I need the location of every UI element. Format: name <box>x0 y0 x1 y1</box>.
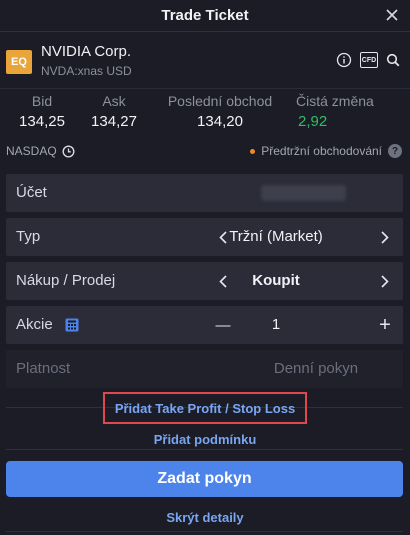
cfd-icon[interactable]: CFD <box>360 52 378 68</box>
instrument-symbol: NVDA:xnas USD <box>41 64 132 78</box>
window-title: Trade Ticket <box>161 7 249 24</box>
divider <box>0 88 410 89</box>
net-change-label: Čistá změna <box>296 93 374 109</box>
session-status-dot <box>250 148 256 154</box>
last-trade-label: Poslední obchod <box>167 93 273 109</box>
validity-value: Denní pokyn <box>273 360 359 377</box>
calculator-icon[interactable] <box>65 318 79 332</box>
validity-field: Platnost Denní pokyn <box>6 350 403 388</box>
hide-details-link[interactable]: Skrýt detaily <box>0 510 410 525</box>
ask-label: Ask <box>102 93 126 109</box>
ask-quote: Ask 134,27 <box>84 93 144 130</box>
quantity-label: Akcie <box>16 316 53 333</box>
instrument-name[interactable]: NVIDIA Corp. <box>41 43 131 60</box>
add-condition-link[interactable]: Přidat podmínku <box>0 432 410 447</box>
market-status-row: NASDAQ Předtržní obchodování ? <box>6 142 402 162</box>
buy-sell-label: Nákup / Prodej <box>16 272 116 289</box>
ask-value: 134,27 <box>91 113 137 130</box>
chevron-right-icon[interactable] <box>375 271 395 291</box>
close-icon[interactable] <box>382 5 402 25</box>
account-number-redacted <box>261 185 346 201</box>
net-change-value: 2,92 <box>298 113 328 130</box>
add-take-profit-stop-loss-link[interactable]: Přidat Take Profit / Stop Loss <box>0 401 410 416</box>
session-label: Předtržní obchodování <box>261 144 382 158</box>
exchange-label: NASDAQ <box>6 144 57 158</box>
buy-sell-field: Nákup / Prodej Koupit <box>6 262 403 300</box>
order-type-label: Typ <box>16 228 41 245</box>
validity-label: Platnost <box>16 360 71 377</box>
account-field[interactable]: Účet <box>6 174 403 212</box>
quote-strip: Bid 134,25 Ask 134,27 Poslední obchod 13… <box>0 93 410 137</box>
increment-button[interactable]: + <box>375 314 395 336</box>
bid-label: Bid <box>31 93 53 109</box>
instrument-header: EQ NVIDIA Corp. NVDA:xnas USD CFD <box>0 32 410 88</box>
quantity-input[interactable]: 1 <box>206 316 346 333</box>
divider <box>6 449 403 450</box>
title-bar: Trade Ticket <box>0 0 410 32</box>
net-change-quote: Čistá změna 2,92 <box>296 93 410 130</box>
bid-value: 134,25 <box>19 113 65 130</box>
order-type-value: Tržní (Market) <box>229 228 323 245</box>
clock-icon[interactable] <box>62 144 75 158</box>
account-label: Účet <box>16 184 47 201</box>
chevron-right-icon[interactable] <box>375 227 395 247</box>
asset-class-badge: EQ <box>6 50 32 74</box>
buy-sell-value: Koupit <box>252 272 300 289</box>
divider <box>6 531 403 532</box>
last-trade-value: 134,20 <box>197 113 243 130</box>
search-icon[interactable] <box>386 53 400 67</box>
order-type-field: Typ Tržní (Market) <box>6 218 403 256</box>
last-trade-quote: Poslední obchod 134,20 <box>155 93 285 130</box>
submit-order-button[interactable]: Zadat pokyn <box>6 461 403 497</box>
quantity-stepper: Akcie — 1 + <box>6 306 403 344</box>
help-icon[interactable]: ? <box>388 144 402 158</box>
bid-quote: Bid 134,25 <box>12 93 72 130</box>
info-icon[interactable] <box>336 52 352 68</box>
